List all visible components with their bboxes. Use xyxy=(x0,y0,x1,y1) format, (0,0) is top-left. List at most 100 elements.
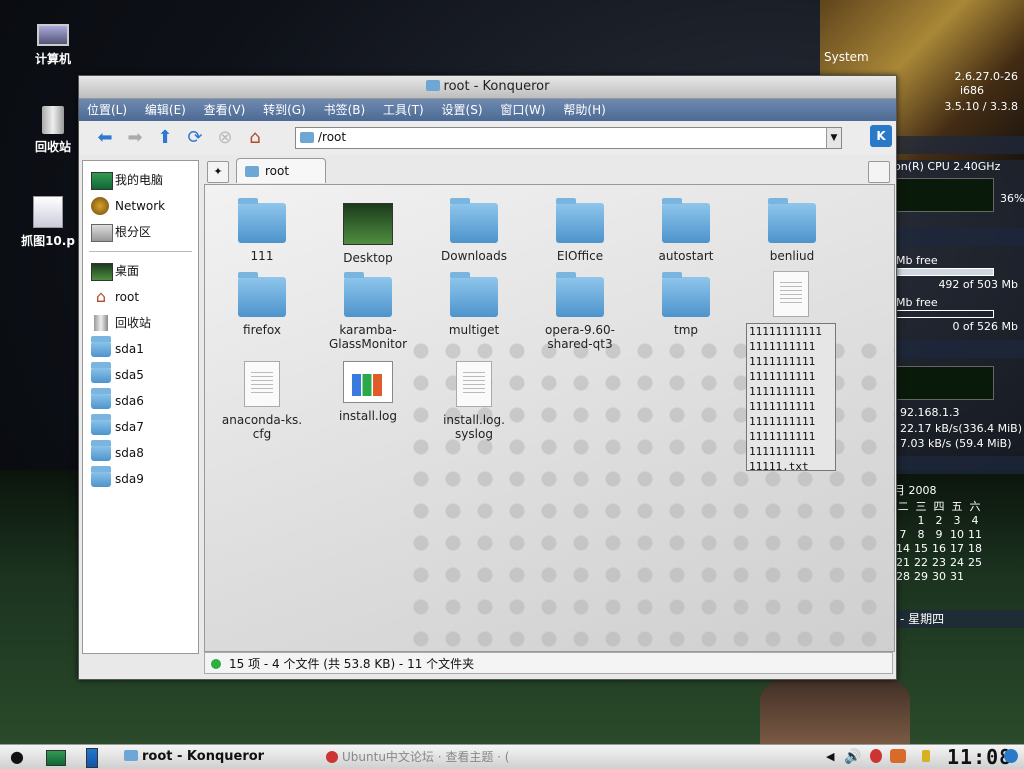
tab-root[interactable]: root xyxy=(236,158,326,183)
sidebar-item-sda1[interactable]: sda1 xyxy=(83,336,198,362)
drive-icon xyxy=(91,224,113,242)
file-item-downloads[interactable]: Downloads xyxy=(421,198,527,263)
file-label: install.log. syslog xyxy=(443,413,505,441)
task-konqueror[interactable]: root - Konqueror xyxy=(124,747,264,767)
menu-help[interactable]: 帮助(H) xyxy=(563,103,605,117)
reload-icon[interactable]: ⟳ xyxy=(183,127,207,149)
sidebar-item-sda8[interactable]: sda8 xyxy=(83,440,198,466)
file-item-tmp[interactable]: tmp xyxy=(633,272,739,337)
forward-arrow-icon[interactable]: ➡ xyxy=(123,127,147,149)
memory-bar xyxy=(894,268,994,276)
sysmon-arch: i686 xyxy=(959,84,984,97)
menu-go[interactable]: 转到(G) xyxy=(263,103,306,117)
calendar-date: 4 xyxy=(971,514,979,527)
menu-location[interactable]: 位置(L) xyxy=(87,103,127,117)
menu-tools[interactable]: 工具(T) xyxy=(383,103,424,117)
sidebar-item-label: sda7 xyxy=(115,420,144,434)
log-file-icon xyxy=(343,361,393,403)
folder-icon xyxy=(662,272,710,317)
search-icon[interactable] xyxy=(1004,749,1018,763)
volume-icon[interactable]: 🔊 xyxy=(844,747,861,767)
up-arrow-icon[interactable]: ⬆ xyxy=(153,127,177,149)
file-item-opera[interactable]: opera-9.60- shared-qt3 xyxy=(527,272,633,351)
desktop-icon-screenshot[interactable]: 抓图10.p xyxy=(8,196,88,249)
location-bar[interactable]: /root ▼ xyxy=(295,127,842,149)
sidebar-item-network[interactable]: Network xyxy=(83,193,198,219)
folder-icon xyxy=(344,272,392,317)
sysmon-mem-value: 492 of 503 Mb xyxy=(938,278,1018,291)
sysmon-kernel: 2.6.27.0-26 xyxy=(954,70,1018,83)
file-item-long-name[interactable]: 11111111111 1111111111 1111111111 111111… xyxy=(746,323,836,473)
file-item-install-log[interactable]: install.log xyxy=(315,361,421,423)
text-file-icon xyxy=(456,361,492,407)
back-arrow-icon[interactable]: ⬅ xyxy=(93,127,117,149)
sidebar-item-trash[interactable]: 回收站 xyxy=(83,310,198,336)
lock-icon[interactable] xyxy=(922,750,930,762)
status-led-icon xyxy=(211,659,221,669)
calendar-date: 1 xyxy=(917,514,925,527)
sidebar-item-root[interactable]: ⌂ root xyxy=(83,284,198,310)
file-item-anaconda[interactable]: anaconda-ks. cfg xyxy=(209,361,315,441)
file-item-firefox[interactable]: firefox xyxy=(209,272,315,337)
file-item-multiget[interactable]: multiget xyxy=(421,272,527,337)
task-label: Ubuntu中文论坛 · 查看主题 · ( xyxy=(342,750,510,764)
task-label: root - Konqueror xyxy=(142,749,265,764)
pager-icon[interactable] xyxy=(86,748,98,768)
sidebar-item-sda5[interactable]: sda5 xyxy=(83,362,198,388)
clock[interactable]: 11:08 xyxy=(947,745,1012,769)
menu-edit[interactable]: 编辑(E) xyxy=(145,103,186,117)
folder-icon xyxy=(91,414,111,435)
menu-bookmarks[interactable]: 书签(B) xyxy=(324,103,366,117)
folder-icon xyxy=(238,272,286,317)
trash-icon xyxy=(42,106,64,134)
file-label: 111 xyxy=(250,249,274,263)
file-item-benliud[interactable]: benliud xyxy=(739,198,845,263)
network-icon xyxy=(91,197,109,215)
tray-app-icon[interactable] xyxy=(870,749,882,763)
close-tab-icon[interactable] xyxy=(868,161,890,183)
file-item-111[interactable]: 111 xyxy=(209,198,315,263)
kde-logo-icon[interactable]: K xyxy=(870,125,892,147)
tray-app-icon[interactable] xyxy=(890,749,906,763)
sidebar-item-label: 回收站 xyxy=(115,316,152,330)
file-item-install-syslog[interactable]: install.log. syslog xyxy=(421,361,527,441)
computer-icon xyxy=(91,172,113,190)
file-label: 11111111111 1111111111 1111111111 111111… xyxy=(749,325,822,473)
desktop-icon-computer[interactable]: 计算机 xyxy=(18,24,88,67)
folder-icon xyxy=(662,198,710,243)
sidebar-item-sda7[interactable]: sda7 xyxy=(83,414,198,440)
file-item-karamba[interactable]: karamba- GlassMonitor xyxy=(315,272,421,351)
home-icon[interactable]: ⌂ xyxy=(243,127,267,149)
folder-icon xyxy=(556,198,604,243)
folder-icon xyxy=(91,362,111,383)
menu-window[interactable]: 窗口(W) xyxy=(500,103,545,117)
tab-label: root xyxy=(265,164,290,178)
menu-settings[interactable]: 设置(S) xyxy=(442,103,483,117)
sidebar-item-sda6[interactable]: sda6 xyxy=(83,388,198,414)
task-browser[interactable]: Ubuntu中文论坛 · 查看主题 · ( xyxy=(326,747,510,767)
sidebar-item-sda9[interactable]: sda9 xyxy=(83,466,198,492)
apple-menu-icon[interactable]: ● xyxy=(10,747,24,767)
file-view: 111 Desktop Downloads EIOffice autostart… xyxy=(204,184,895,652)
location-input[interactable]: /root xyxy=(318,130,346,144)
calendar-day-name: 四 xyxy=(933,500,945,513)
file-item-desktop[interactable]: Desktop xyxy=(315,203,421,265)
show-desktop-icon[interactable] xyxy=(46,750,66,766)
sidebar-item-label: Network xyxy=(115,199,166,213)
window-titlebar[interactable]: root - Konqueror xyxy=(79,76,896,99)
menu-view[interactable]: 查看(V) xyxy=(204,103,246,117)
file-item-autostart[interactable]: autostart xyxy=(633,198,739,263)
tray-left-arrow-icon[interactable]: ◀ xyxy=(826,747,834,767)
sidebar-item-root-partition[interactable]: 根分区 xyxy=(83,219,198,245)
sidebar-item-desktop[interactable]: 桌面 xyxy=(83,258,198,284)
trash-icon xyxy=(94,315,108,331)
chevron-down-icon[interactable]: ▼ xyxy=(826,128,841,148)
folder-icon xyxy=(768,198,816,243)
sidebar-divider xyxy=(89,251,192,252)
toolbar: ⬅ ➡ ⬆ ⟳ ⊗ ⌂ /root ▼ K xyxy=(79,121,896,155)
sysmon-kde: 3.5.10 / 3.3.8 xyxy=(944,100,1018,113)
file-item-eioffice[interactable]: EIOffice xyxy=(527,198,633,263)
stop-icon[interactable]: ⊗ xyxy=(213,127,237,149)
new-tab-icon[interactable]: ✦ xyxy=(207,161,229,183)
sidebar-item-my-computer[interactable]: 我的电脑 xyxy=(83,167,198,193)
